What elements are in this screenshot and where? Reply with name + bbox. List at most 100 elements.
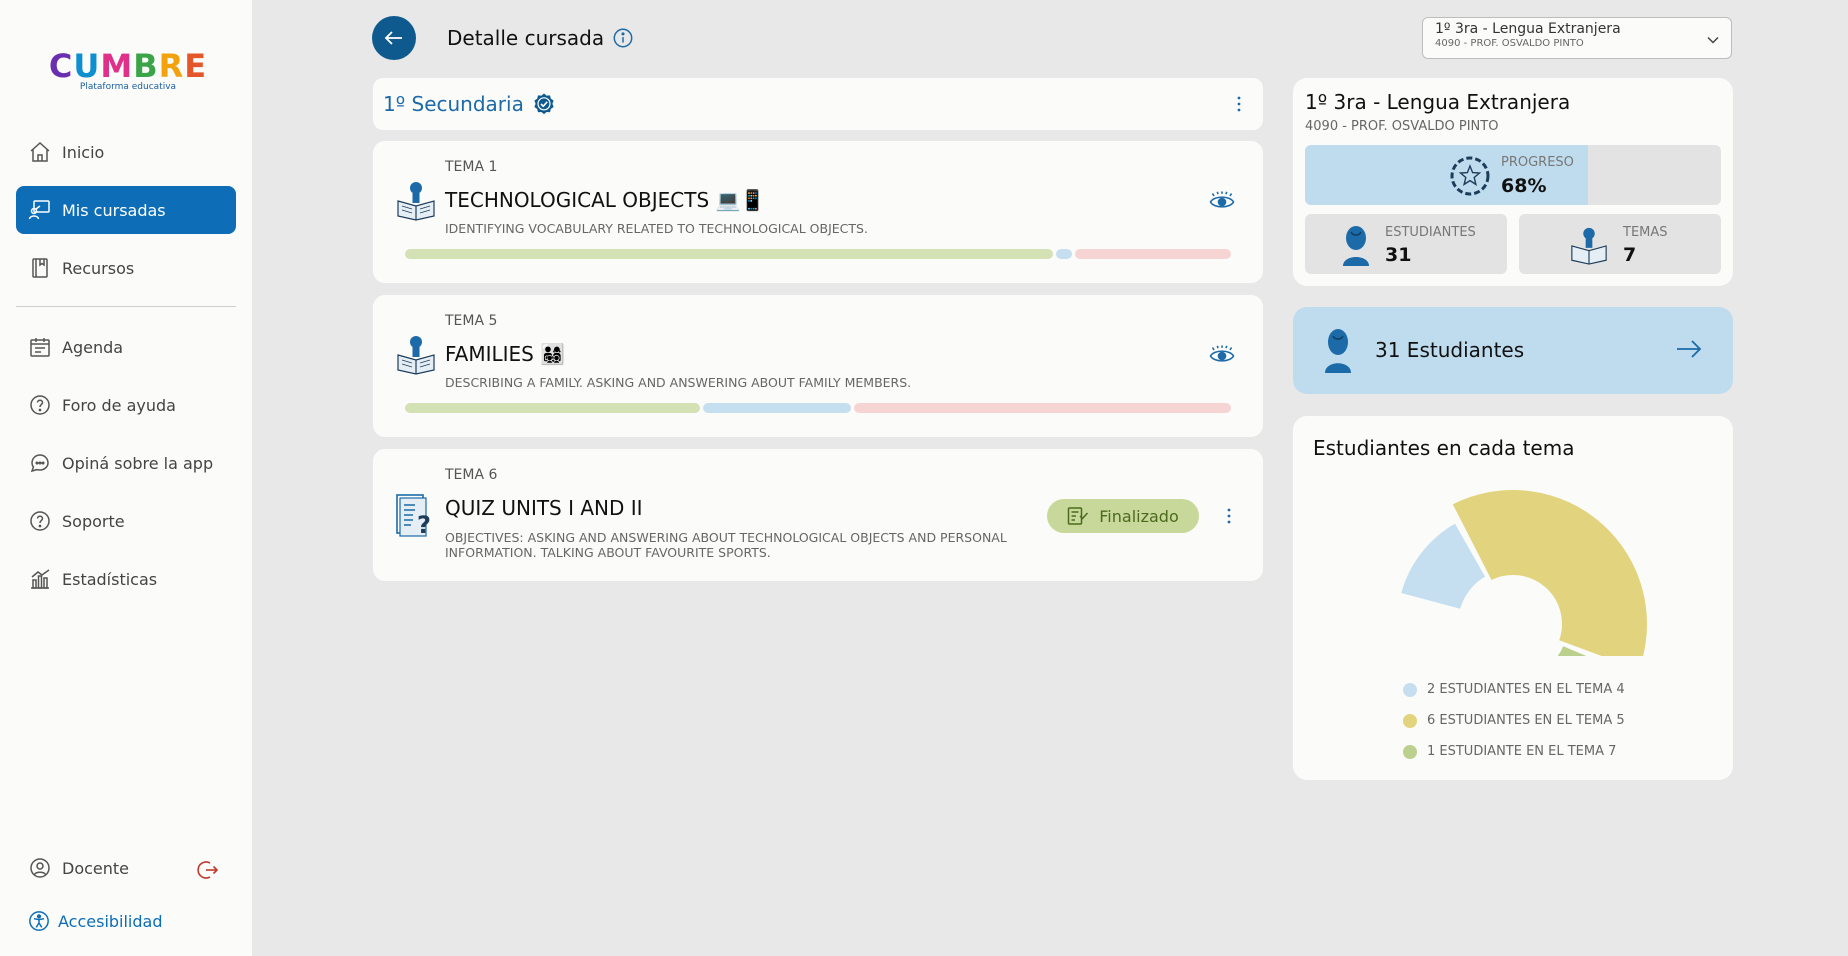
sidebar-item-label: Agenda [62,337,124,357]
sidebar-item-recursos[interactable]: Recursos [16,244,236,292]
level-menu-button[interactable] [1229,92,1249,116]
quiz-icon: ? [395,493,433,539]
question-icon [28,393,52,417]
page-title: Detalle cursada [447,26,605,50]
question-icon [28,509,52,533]
logo-letter: U [73,47,101,85]
logo-letter: M [100,47,134,85]
topic-description: OBJECTIVES: ASKING AND ANSWERING ABOUT T… [445,530,1007,560]
topic-card[interactable]: TEMA 5 FAMILIES 👨‍👩‍👧‍👦 DESCRIBING A FAM… [373,295,1263,437]
eye-icon[interactable] [1209,191,1235,211]
topic-number: TEMA 6 [445,467,498,483]
progress-done-segment [405,403,701,413]
legend-item: 2 ESTUDIANTES EN EL TEMA 4 [1403,674,1625,705]
sidebar-item-label: Recursos [62,258,135,278]
chevron-down-icon [1707,36,1719,44]
task-done-icon [1067,506,1089,526]
progress-pending-segment [853,403,1231,413]
arrow-left-icon [384,31,402,45]
sidebar-item-opina[interactable]: Opiná sobre la app [16,439,236,487]
more-vertical-icon [1227,508,1231,524]
reader-icon [395,179,437,221]
legend-item: 1 ESTUDIANTE EN EL TEMA 7 [1403,736,1625,767]
legend-label: 6 ESTUDIANTES EN EL TEMA 5 [1427,713,1625,728]
logo-letter: E [184,47,208,85]
home-icon [28,140,52,164]
topic-progress-bar [405,249,1231,259]
user-icon [28,856,52,880]
topic-description: DESCRIBING A FAMILY. ASKING AND ANSWERIN… [445,375,912,390]
sidebar-item-agenda[interactable]: Agenda [16,323,236,371]
sidebar-item-label: Soporte [62,511,125,531]
legend-dot [1403,744,1417,759]
accessibility-icon [28,910,50,932]
students-stat: ESTUDIANTES 31 [1305,214,1507,274]
logout-button[interactable] [194,856,222,884]
progress-box: PROGRESO 68% [1305,145,1721,205]
user-menu[interactable]: Docente [16,844,186,892]
donut-chart [1398,488,1649,656]
reader-icon [1569,224,1609,266]
chat-icon [28,451,52,475]
topic-menu-button[interactable] [1219,504,1239,528]
back-button[interactable] [372,16,416,60]
course-selector-title: 1º 3ra - Lengua Extranjera [1435,21,1621,37]
user-label: Docente [62,858,130,878]
sidebar: CUMBRE Plataforma educativa Inicio Mis c… [0,0,252,956]
students-link[interactable]: 31 Estudiantes [1293,307,1733,394]
topics-stat: TEMAS 7 [1519,214,1721,274]
sidebar-item-inicio[interactable]: Inicio [16,128,236,176]
students-value: 31 [1385,244,1412,266]
calendar-icon [28,335,52,359]
students-label: ESTUDIANTES [1385,225,1476,240]
stats-icon [28,567,52,591]
topic-progress-bar [405,403,1231,413]
more-vertical-icon [1237,96,1241,112]
progress-in-progress-segment [1055,249,1073,259]
classroom-icon [28,198,52,222]
eye-icon[interactable] [1209,345,1235,365]
sidebar-item-foro[interactable]: Foro de ayuda [16,381,236,429]
sidebar-item-estadisticas[interactable]: Estadísticas [16,555,236,603]
progress-done-segment [405,249,1053,259]
sidebar-item-soporte[interactable]: Soporte [16,497,236,545]
accessibility-label: Accesibilidad [58,911,163,931]
chart-title: Estudiantes en cada tema [1313,436,1575,460]
sidebar-item-mis-cursadas[interactable]: Mis cursadas [16,186,236,234]
topic-description-line: INFORMATION. TALKING ABOUT FAVOURITE SPO… [445,545,771,560]
topic-description-line: OBJECTIVES: ASKING AND ANSWERING ABOUT T… [445,530,1007,545]
legend-dot [1403,713,1417,728]
student-icon [1339,224,1373,266]
topic-description: IDENTIFYING VOCABULARY RELATED TO TECHNO… [445,221,868,236]
topic-card[interactable]: ? TEMA 6 QUIZ UNITS I AND II OBJECTIVES:… [373,449,1263,581]
topic-title: QUIZ UNITS I AND II [445,496,643,520]
sidebar-item-label: Mis cursadas [62,200,166,220]
progress-value: 68% [1501,175,1547,197]
accessibility-button[interactable]: Accesibilidad [28,910,163,932]
progress-label: PROGRESO [1501,155,1574,170]
topics-value: 7 [1623,244,1637,266]
sidebar-item-label: Foro de ayuda [62,395,176,415]
students-link-label: 31 Estudiantes [1375,338,1525,362]
sidebar-item-label: Opiná sobre la app [62,453,214,473]
status-badge-label: Finalizado [1099,506,1179,526]
sidebar-item-label: Inicio [62,142,105,162]
logout-icon [197,861,219,879]
sidebar-item-label: Estadísticas [62,569,158,589]
level-title: 1º Secundaria [383,92,524,116]
topic-title: TECHNOLOGICAL OBJECTS 💻📱 [445,188,766,212]
students-per-topic-chart: Estudiantes en cada tema 2 ESTUDIANTES E… [1293,416,1733,780]
svg-text:?: ? [417,511,431,537]
course-summary-card: 1º 3ra - Lengua Extranjera 4090 - PROF. … [1293,78,1733,286]
topic-card[interactable]: TEMA 1 TECHNOLOGICAL OBJECTS 💻📱 IDENTIFY… [373,141,1263,283]
student-icon [1321,327,1355,373]
status-badge[interactable]: Finalizado [1047,499,1199,533]
legend-item: 6 ESTUDIANTES EN EL TEMA 5 [1403,705,1625,736]
info-icon[interactable] [612,27,634,49]
level-bar: 1º Secundaria [373,78,1263,130]
course-title: 1º 3ra - Lengua Extranjera [1305,90,1571,114]
progress-in-progress-segment [703,403,851,413]
topic-number: TEMA 5 [445,313,498,329]
topics-label: TEMAS [1623,225,1668,240]
course-selector[interactable]: 1º 3ra - Lengua Extranjera 4090 - PROF. … [1422,17,1732,59]
